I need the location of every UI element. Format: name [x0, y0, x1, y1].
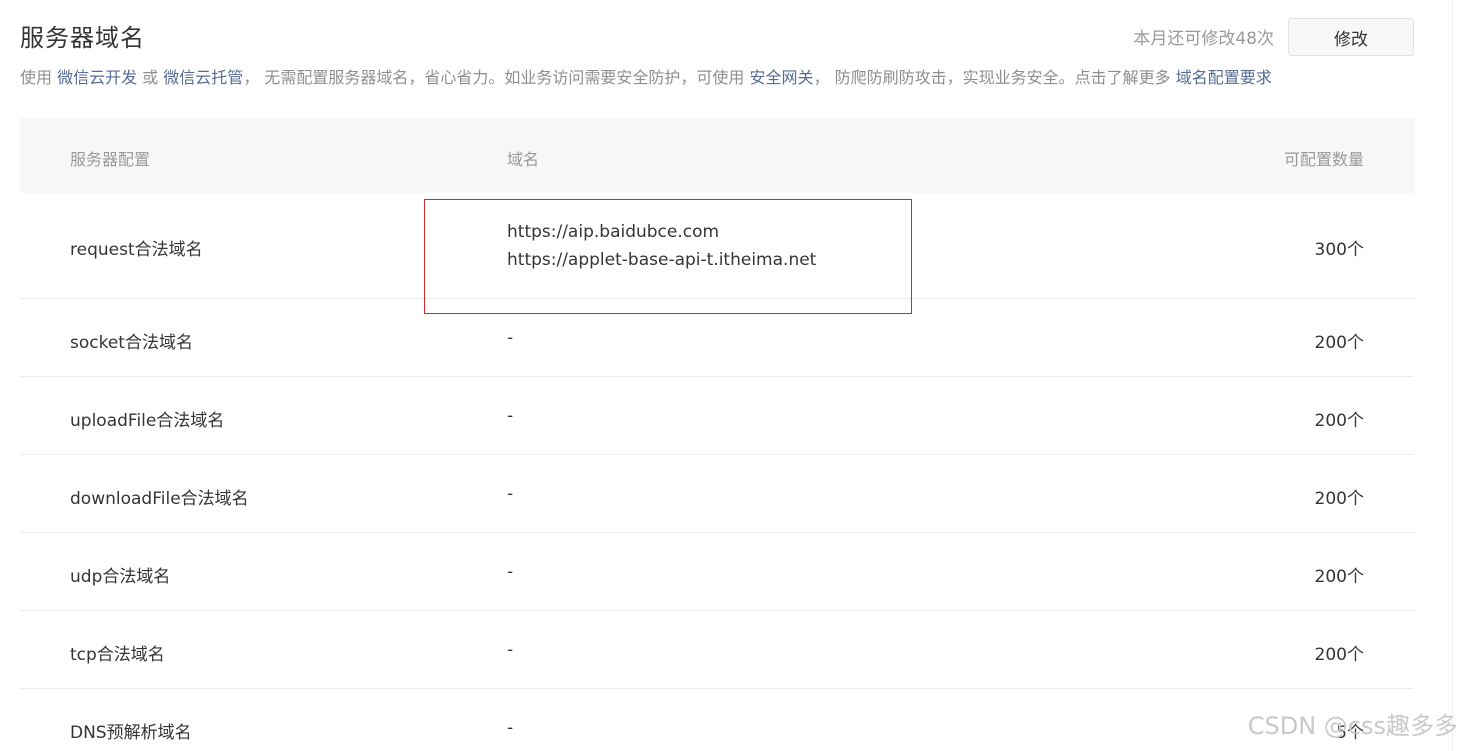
row-name: uploadFile合法域名 [70, 411, 225, 431]
domain-value: - [507, 484, 514, 504]
modify-quota-text: 本月还可修改48次 [1133, 29, 1274, 49]
watermark: CSDN @css趣多多 [1247, 712, 1458, 740]
description: 使用 微信云开发 或 微信云托管， 无需配置服务器域名，省心省力。如业务访问需要… [20, 64, 1272, 88]
row-name: tcp合法域名 [70, 645, 165, 665]
table-row: uploadFile合法域名 - 200个 [20, 377, 1414, 455]
domain-requirements-link[interactable]: 域名配置要求 [1176, 68, 1272, 87]
column-header-config: 服务器配置 [70, 150, 151, 169]
row-count: 200个 [1314, 411, 1364, 431]
domain-value: - [507, 328, 514, 348]
table-row: DNS预解析域名 - 5个 [20, 689, 1414, 751]
desc-or: 或 [137, 68, 164, 87]
row-count: 200个 [1314, 489, 1364, 509]
table-row: udp合法域名 - 200个 [20, 533, 1414, 611]
desc-suffix: ， 防爬防刷防攻击，实现业务安全。点击了解更多 [813, 68, 1176, 87]
row-count: 200个 [1314, 645, 1364, 665]
row-domains: https://aip.baidubce.com https://applet-… [507, 218, 816, 274]
desc-middle: ， 无需配置服务器域名，省心省力。如业务访问需要安全防护，可使用 [243, 68, 750, 87]
domain-value: https://applet-base-api-t.itheima.net [507, 250, 817, 270]
domain-value: - [507, 562, 514, 582]
column-header-domain: 域名 [507, 150, 540, 169]
domain-table: 服务器配置 域名 可配置数量 request合法域名 https://aip.b… [20, 118, 1414, 751]
page-title: 服务器域名 [20, 24, 145, 52]
domain-value: - [507, 406, 514, 426]
cloud-dev-link[interactable]: 微信云开发 [57, 68, 137, 87]
desc-prefix: 使用 [20, 68, 58, 87]
row-name: udp合法域名 [70, 567, 171, 587]
modify-button[interactable]: 修改 [1288, 18, 1414, 56]
domain-value: - [507, 718, 514, 738]
cloud-hosting-link[interactable]: 微信云托管 [163, 68, 243, 87]
row-name: socket合法域名 [70, 333, 193, 353]
table-row: socket合法域名 - 200个 [20, 299, 1414, 377]
row-name: downloadFile合法域名 [70, 489, 249, 509]
table-row: tcp合法域名 - 200个 [20, 611, 1414, 689]
row-count: 300个 [1314, 240, 1364, 260]
table-row: request合法域名 https://aip.baidubce.com htt… [20, 193, 1414, 299]
column-header-count: 可配置数量 [1283, 150, 1364, 169]
security-gateway-link[interactable]: 安全网关 [750, 68, 814, 87]
domain-value: https://aip.baidubce.com [507, 222, 720, 242]
server-domain-page: 服务器域名 本月还可修改48次 修改 使用 微信云开发 或 微信云托管， 无需配… [0, 0, 1464, 751]
domain-value: - [507, 640, 514, 660]
row-name: request合法域名 [70, 240, 203, 260]
row-name: DNS预解析域名 [70, 723, 192, 743]
table-row: downloadFile合法域名 - 200个 [20, 455, 1414, 533]
table-header: 服务器配置 域名 可配置数量 [20, 118, 1414, 193]
row-count: 200个 [1314, 333, 1364, 353]
vertical-scrollbar[interactable] [1452, 0, 1464, 751]
row-count: 200个 [1314, 567, 1364, 587]
